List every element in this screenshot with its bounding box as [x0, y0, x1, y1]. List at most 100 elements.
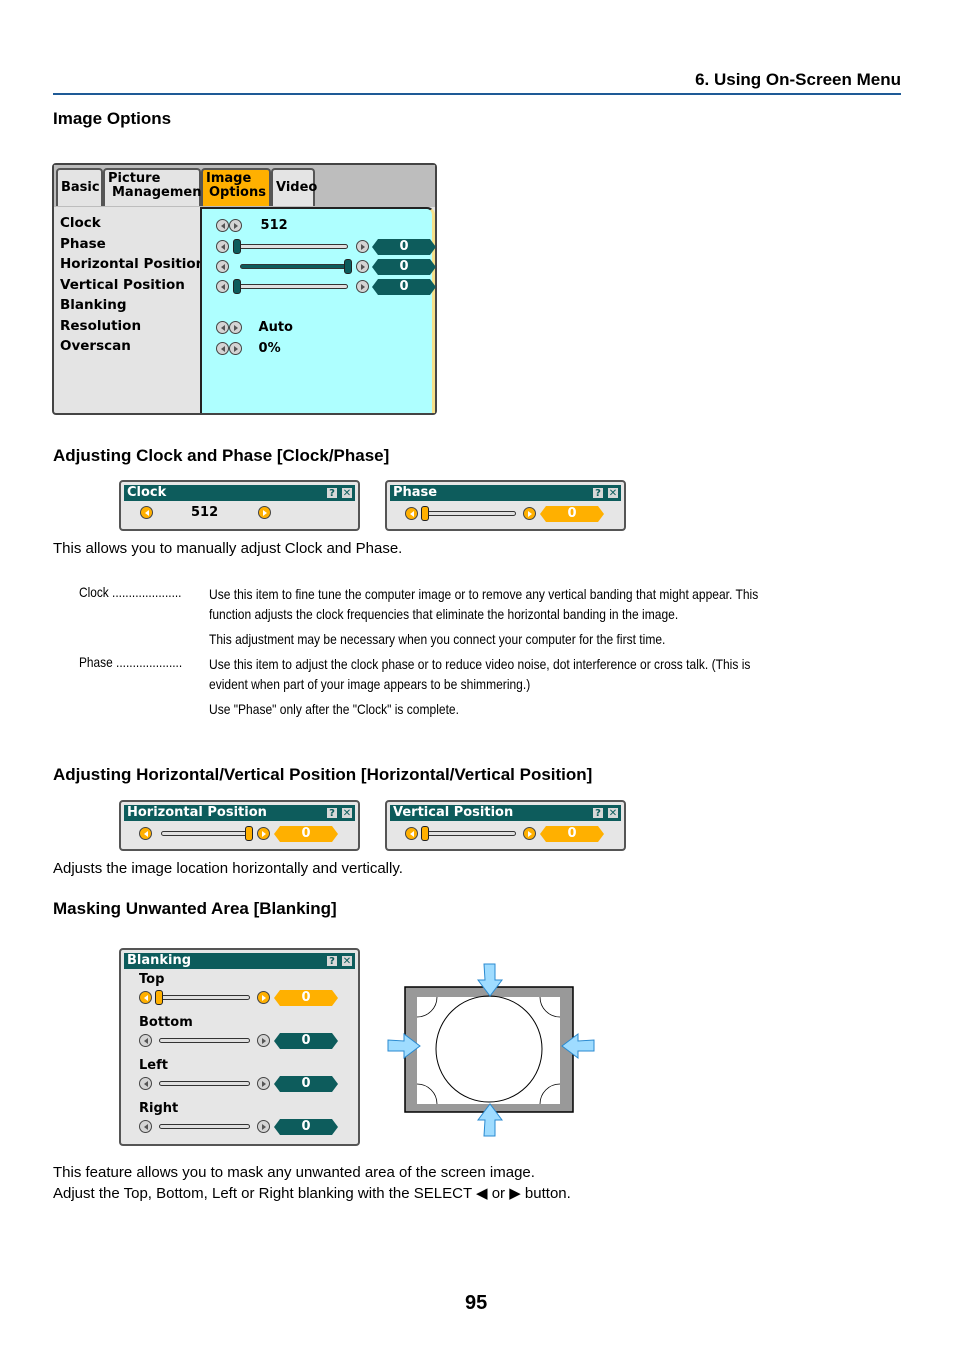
- blanking-top-value: 0: [274, 990, 338, 1006]
- close-icon[interactable]: ✕: [341, 955, 353, 967]
- definition-term-clock: Clock .....................: [79, 584, 182, 600]
- increase-icon[interactable]: [523, 507, 536, 520]
- increase-icon[interactable]: [229, 342, 242, 355]
- page-number: 95: [465, 1292, 488, 1314]
- position-description: Adjusts the image location horizontally …: [53, 860, 403, 877]
- decrease-icon[interactable]: [216, 260, 229, 273]
- slider-track[interactable]: [425, 511, 516, 516]
- increase-icon[interactable]: [229, 219, 242, 232]
- blanking-left-value: 0: [274, 1076, 338, 1092]
- dialog-title-bar: Blanking ? ✕: [124, 953, 355, 969]
- decrease-icon[interactable]: [405, 507, 418, 520]
- decrease-icon[interactable]: [216, 280, 229, 293]
- slider-track[interactable]: [425, 831, 516, 836]
- tab-image-options[interactable]: Image Options: [201, 168, 271, 206]
- tab-video[interactable]: Video: [271, 168, 317, 206]
- menu-item-clock[interactable]: Clock: [60, 215, 205, 236]
- tab-picture-management[interactable]: Picture Management: [103, 168, 208, 206]
- slider-track[interactable]: [159, 995, 250, 1000]
- slider-knob[interactable]: [233, 279, 241, 294]
- blanking-heading: Masking Unwanted Area [Blanking]: [53, 899, 337, 918]
- help-icon[interactable]: ?: [326, 807, 338, 819]
- slider-track[interactable]: [159, 1124, 250, 1129]
- increase-icon[interactable]: [356, 260, 369, 273]
- section-title: Image Options: [53, 109, 172, 128]
- increase-icon[interactable]: [257, 991, 270, 1004]
- slider-knob[interactable]: [421, 826, 429, 841]
- vertical-position-slider[interactable]: 0: [405, 826, 615, 842]
- blanking-bottom-value: 0: [274, 1033, 338, 1049]
- menu-item-horizontal-position[interactable]: Horizontal Position: [60, 256, 205, 277]
- increase-icon[interactable]: [356, 240, 369, 253]
- horizontal-position-slider[interactable]: 0: [139, 826, 349, 842]
- slider-knob[interactable]: [344, 259, 352, 274]
- decrease-icon[interactable]: [139, 1034, 152, 1047]
- menu-item-resolution[interactable]: Resolution: [60, 318, 205, 339]
- vertical-position-value: 0: [372, 279, 436, 295]
- dialog-title-bar: Phase ? ✕: [390, 485, 621, 501]
- slider-knob[interactable]: [245, 826, 253, 841]
- slider-knob[interactable]: [233, 239, 241, 254]
- menu-item-blanking[interactable]: Blanking: [60, 297, 205, 318]
- blanking-bottom-slider[interactable]: 0: [139, 1033, 349, 1049]
- phase-slider[interactable]: 0: [216, 239, 426, 255]
- slider-track[interactable]: [236, 244, 348, 249]
- close-icon[interactable]: ✕: [607, 807, 619, 819]
- increase-icon[interactable]: [257, 1077, 270, 1090]
- chapter-title: 6. Using On-Screen Menu: [695, 70, 901, 89]
- slider-track[interactable]: [240, 264, 348, 269]
- help-icon[interactable]: ?: [592, 487, 604, 499]
- increase-icon[interactable]: [257, 1120, 270, 1133]
- menu-item-overscan[interactable]: Overscan: [60, 338, 205, 359]
- decrease-icon[interactable]: [140, 506, 153, 519]
- close-icon[interactable]: ✕: [607, 487, 619, 499]
- help-icon[interactable]: ?: [326, 487, 338, 499]
- definition-clock: Use this item to fine tune the computer …: [209, 586, 759, 647]
- position-heading: Adjusting Horizontal/Vertical Position […: [53, 765, 593, 784]
- slider-track[interactable]: [159, 1038, 250, 1043]
- increase-icon[interactable]: [229, 321, 242, 334]
- menu-item-vertical-position[interactable]: Vertical Position: [60, 277, 205, 298]
- slider-track[interactable]: [159, 1081, 250, 1086]
- blanking-description-2: Adjust the Top, Bottom, Left or Right bl…: [53, 1185, 571, 1202]
- close-icon[interactable]: ✕: [341, 487, 353, 499]
- blanking-top-slider[interactable]: 0: [139, 990, 349, 1006]
- tab-bar: Basic Picture Management Image Options Vid…: [54, 165, 435, 207]
- decrease-icon[interactable]: [216, 240, 229, 253]
- blanking-top-label: Top: [139, 972, 165, 987]
- help-icon[interactable]: ?: [326, 955, 338, 967]
- decrease-icon[interactable]: [405, 827, 418, 840]
- decrease-icon[interactable]: [139, 991, 152, 1004]
- decrease-icon[interactable]: [216, 219, 229, 232]
- decrease-icon[interactable]: [139, 827, 152, 840]
- slider-knob[interactable]: [155, 990, 163, 1005]
- increase-icon[interactable]: [257, 827, 270, 840]
- tab-basic[interactable]: Basic: [56, 168, 103, 206]
- slider-knob[interactable]: [421, 506, 429, 521]
- decrease-icon[interactable]: [139, 1077, 152, 1090]
- blanking-right-slider[interactable]: 0: [139, 1119, 349, 1135]
- vertical-position-value: 0: [540, 826, 604, 842]
- settings-pane: 512 0 0 0 Auto 0%: [200, 207, 435, 413]
- increase-icon[interactable]: [258, 506, 271, 519]
- decrease-icon[interactable]: [139, 1120, 152, 1133]
- decrease-icon[interactable]: [216, 321, 229, 334]
- increase-icon[interactable]: [523, 827, 536, 840]
- slider-track[interactable]: [161, 831, 251, 836]
- menu-item-phase[interactable]: Phase: [60, 236, 205, 257]
- dialog-title-bar: Vertical Position ? ✕: [390, 805, 621, 821]
- increase-icon[interactable]: [356, 280, 369, 293]
- phase-slider[interactable]: 0: [405, 506, 615, 522]
- blanking-left-slider[interactable]: 0: [139, 1076, 349, 1092]
- increase-icon[interactable]: [257, 1034, 270, 1047]
- slider-track[interactable]: [236, 284, 348, 289]
- decrease-icon[interactable]: [216, 342, 229, 355]
- vertical-position-dialog: Vertical Position ? ✕ 0: [385, 800, 626, 851]
- close-icon[interactable]: ✕: [341, 807, 353, 819]
- help-icon[interactable]: ?: [592, 807, 604, 819]
- blanking-bottom-label: Bottom: [139, 1015, 193, 1030]
- vertical-position-slider[interactable]: 0: [216, 279, 426, 295]
- phase-value: 0: [372, 239, 436, 255]
- horizontal-position-slider[interactable]: 0: [216, 259, 426, 275]
- phase-dialog: Phase ? ✕ 0: [385, 480, 626, 531]
